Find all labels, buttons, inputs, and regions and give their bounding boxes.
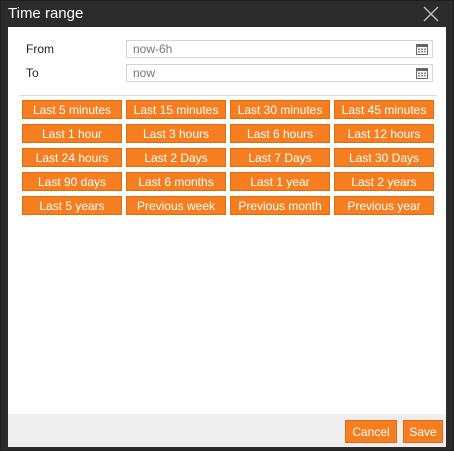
- quick-ranges-grid: Last 5 minutes Last 15 minutes Last 30 m…: [22, 100, 436, 215]
- divider: [19, 95, 437, 96]
- quick-range-button[interactable]: Last 15 minutes: [126, 100, 226, 119]
- quick-range-button[interactable]: Last 7 Days: [230, 148, 330, 167]
- quick-range-button[interactable]: Last 12 hours: [334, 124, 434, 143]
- quick-range-button[interactable]: Last 1 year: [230, 172, 330, 191]
- calendar-icon[interactable]: [416, 67, 428, 79]
- dialog-title: Time range: [8, 5, 84, 22]
- from-input[interactable]: [127, 41, 413, 57]
- from-field: [126, 40, 433, 58]
- quick-range-button[interactable]: Previous month: [230, 196, 330, 215]
- time-range-dialog: Time range From To: [0, 0, 454, 451]
- quick-range-button[interactable]: Last 1 hour: [22, 124, 122, 143]
- quick-range-button[interactable]: Last 45 minutes: [334, 100, 434, 119]
- quick-range-button[interactable]: Last 30 minutes: [230, 100, 330, 119]
- quick-range-button[interactable]: Last 6 hours: [230, 124, 330, 143]
- cancel-button[interactable]: Cancel: [345, 420, 397, 443]
- quick-range-button[interactable]: Last 5 minutes: [22, 100, 122, 119]
- dialog-body: From To: [8, 27, 446, 414]
- calendar-icon[interactable]: [416, 43, 428, 55]
- save-button[interactable]: Save: [403, 420, 443, 443]
- to-field: [126, 64, 433, 82]
- quick-range-button[interactable]: Previous week: [126, 196, 226, 215]
- quick-range-button[interactable]: Last 90 days: [22, 172, 122, 191]
- close-icon[interactable]: [423, 6, 439, 22]
- to-label: To: [26, 66, 39, 80]
- quick-range-button[interactable]: Last 30 Days: [334, 148, 434, 167]
- from-label: From: [26, 42, 54, 56]
- quick-range-button[interactable]: Last 2 Days: [126, 148, 226, 167]
- quick-range-button[interactable]: Last 24 hours: [22, 148, 122, 167]
- to-input[interactable]: [127, 65, 413, 81]
- quick-range-button[interactable]: Last 5 years: [22, 196, 122, 215]
- dialog-footer: Cancel Save: [8, 414, 446, 447]
- dialog-titlebar: Time range: [1, 1, 453, 27]
- quick-range-button[interactable]: Last 6 months: [126, 172, 226, 191]
- quick-range-button[interactable]: Last 3 hours: [126, 124, 226, 143]
- quick-range-button[interactable]: Previous year: [334, 196, 434, 215]
- quick-range-button[interactable]: Last 2 years: [334, 172, 434, 191]
